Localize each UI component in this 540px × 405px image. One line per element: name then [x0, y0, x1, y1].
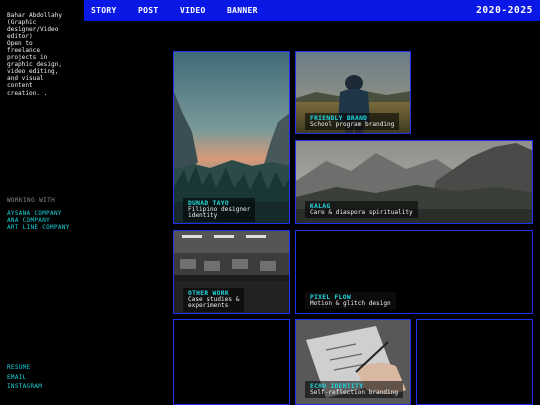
designer-bio: Bahar Abdollahy (Graphic designer/Video … [7, 12, 63, 97]
project-card-friendly-brand[interactable]: FRIENDLY BRAND School program branding [295, 51, 411, 134]
project-card-other-work[interactable]: OTHER WORK Case studies & experiments [173, 230, 290, 314]
instagram-link[interactable]: INSTAGRAM [7, 383, 42, 390]
client-link-artline[interactable]: ART LINE COMPANY [7, 224, 70, 231]
project-card-kalag[interactable]: KALAG Care & diaspora spirituality [295, 140, 533, 224]
project-card-empty-right[interactable] [416, 319, 533, 405]
working-with-heading: WORKING WITH [7, 197, 56, 204]
nav-video[interactable]: VIDEO [180, 6, 206, 15]
year-range: 2020-2025 [476, 5, 533, 16]
project-card-echo-identity[interactable]: ECHO IDENTITY Self-reflection branding [295, 319, 411, 405]
email-link[interactable]: EMAIL [7, 374, 27, 381]
project-card-empty-left[interactable] [173, 319, 290, 405]
project-card-pixel-flow[interactable]: PIXEL FLOW Motion & glitch design [295, 230, 533, 314]
card-subtitle: Filipino designer identity [188, 206, 251, 220]
card-caption: KALAG Care & diaspora spirituality [305, 201, 418, 219]
card-subtitle: Case studies & experiments [188, 296, 240, 310]
card-caption: FRIENDLY BRAND School program branding [305, 113, 400, 131]
card-caption: OTHER WORK Case studies & experiments [183, 288, 245, 312]
card-caption: ECHO IDENTITY Self-reflection branding [305, 381, 404, 399]
card-caption: DUNAD TAYO Filipino designer identity [183, 198, 256, 222]
top-nav-bar: STORY POST VIDEO BANNER 2020-2025 [84, 0, 540, 21]
nav-post[interactable]: POST [138, 6, 158, 15]
card-caption: PIXEL FLOW Motion & glitch design [305, 292, 396, 310]
card-subtitle: Care & diaspora spirituality [310, 209, 413, 216]
portfolio-page: STORY POST VIDEO BANNER 2020-2025 Bahar … [0, 0, 540, 405]
nav-banner[interactable]: BANNER [227, 6, 258, 15]
card-subtitle: Self-reflection branding [310, 389, 399, 396]
client-link-aysana[interactable]: AYSANA COMPANY [7, 210, 62, 217]
client-link-ana[interactable]: ANA COMPANY [7, 217, 50, 224]
card-subtitle: Motion & glitch design [310, 300, 391, 307]
nav-story[interactable]: STORY [91, 6, 117, 15]
resume-link[interactable]: RESUME [7, 364, 30, 371]
project-card-dunad-tayo[interactable]: DUNAD TAYO Filipino designer identity [173, 51, 290, 224]
card-subtitle: School program branding [310, 121, 395, 128]
